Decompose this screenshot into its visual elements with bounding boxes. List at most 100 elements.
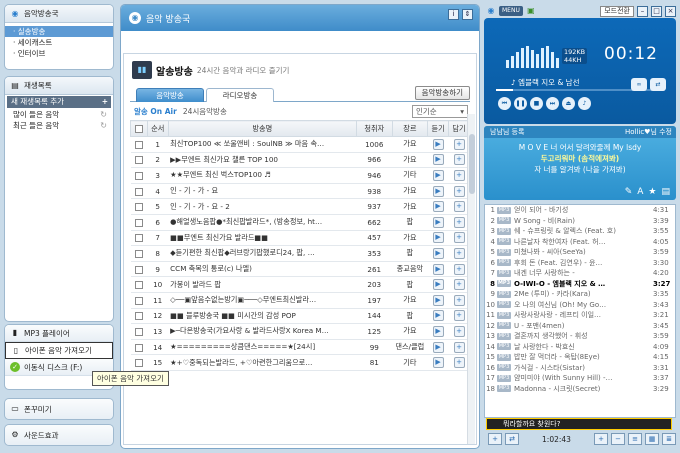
broadcast-name[interactable]: ★+♡중독되는발라드, +♡아련한그리움으로… — [168, 354, 357, 371]
sort-select[interactable]: 인기순 — [412, 104, 468, 118]
listen-button[interactable]: ▶ — [427, 308, 449, 325]
plus-icon[interactable]: + — [453, 263, 465, 275]
edit-icon[interactable]: ✎ — [625, 187, 633, 197]
column-header-listeners[interactable]: 청취자 — [355, 120, 393, 137]
add-icon[interactable]: + — [594, 433, 608, 445]
play-icon[interactable]: ▶ — [432, 232, 444, 244]
ringtone-section[interactable]: ▭ 폰꾸미기 — [4, 398, 114, 420]
pause-icon[interactable]: ❚❚ — [514, 97, 527, 110]
minimize-icon[interactable]: – — [637, 5, 648, 17]
close-icon[interactable]: × — [665, 5, 676, 17]
playlist-item[interactable]: 16 MP3 가식걸 - 시스타(Sistar) 3:31 — [485, 363, 675, 374]
plus-icon[interactable]: + — [453, 138, 465, 150]
refresh-icon[interactable]: ↻ — [100, 120, 107, 131]
table-row[interactable]: 12 ■■ 블루방송국 ■■ 미시간의 감성 POP 144 팝 ▶ + — [130, 308, 470, 325]
table-row[interactable]: 2 ▶▶무엔트 최신가요 챌른 TOP 100 966 가요 ▶ + — [130, 152, 470, 169]
listen-button[interactable]: ▶ — [427, 292, 449, 309]
sidebar-item-interlive[interactable]: · 인터이브 — [5, 48, 113, 59]
listen-button[interactable]: ▶ — [427, 136, 449, 153]
play-icon[interactable]: ▶ — [432, 154, 444, 166]
maximize-icon[interactable]: □ — [651, 5, 662, 17]
repeat-icon[interactable]: ∞ — [631, 78, 647, 91]
playlist-item[interactable]: 6 MP3 후회 돈 (Feat. 김연우) - 윤… 3:30 — [485, 258, 675, 269]
row-checkbox[interactable] — [130, 198, 148, 215]
plus-icon[interactable]: + — [453, 232, 465, 244]
broadcast-name[interactable]: 가봉이 발라드 팝 — [168, 276, 357, 293]
playlist-item[interactable]: 3 MP3 쉐 - 슈프링릿 & 알렉스 (Feat. 호) 3:55 — [485, 226, 675, 237]
table-row[interactable]: 10 가봉이 발라드 팝 203 팝 ▶ + — [130, 276, 470, 293]
play-icon[interactable]: ▶ — [432, 325, 444, 337]
stop-icon[interactable]: ■ — [530, 97, 543, 110]
refresh-icon[interactable]: ↻ — [100, 109, 107, 120]
info-icon[interactable]: i — [448, 9, 459, 20]
table-row[interactable]: 11 ◇──▣앞음수없는방기▣───◇무엔트최신발라… 197 가요 ▶ + — [130, 292, 470, 309]
playlist-item[interactable]: 4 MP3 나른날자 착한여자 (Feat. 허… 4:05 — [485, 237, 675, 248]
listen-button[interactable]: ▶ — [427, 261, 449, 278]
row-checkbox[interactable] — [130, 339, 148, 356]
row-checkbox[interactable] — [130, 276, 148, 293]
playlist-item[interactable]: 14 MP3 날 사랑한다 - 박효신 4:09 — [485, 342, 675, 353]
broadcast-name[interactable]: CCM 축복의 통로(c) 나엘) — [168, 261, 357, 278]
select-all-checkbox[interactable] — [130, 120, 148, 137]
next-icon[interactable]: ⏭ — [546, 97, 559, 110]
iphone-import-item[interactable]: ▯ 아이폰 음악 가져오기 — [5, 342, 113, 359]
play-icon[interactable]: ▶ — [432, 341, 444, 353]
sidebar-item-alsong-broadcast[interactable]: · 실송방송 — [5, 26, 113, 37]
table-row[interactable]: 1 최신TOP100 ≪ 쏘울앤비 : SoulNB ≫ 마음 속… 1006 가요 ▶… — [130, 136, 470, 153]
playlist-item[interactable]: 17 MP3 얌미미야 (With Sunny Hill) -… 3:37 — [485, 373, 675, 384]
playlist-item[interactable]: 18 MP3 Madonna - 시크릿(Secret) 3:29 — [485, 384, 675, 395]
remove-icon[interactable]: − — [611, 433, 625, 445]
plus-icon[interactable]: + — [453, 325, 465, 337]
broadcast-name[interactable]: 최신TOP100 ≪ 쏘울앤비 : SoulNB ≫ 마음 속… — [168, 136, 357, 153]
play-icon[interactable]: ▶ — [432, 310, 444, 322]
playlist-item[interactable]: 9 MP3 2Me (투미) - 카라(Kara) 3:35 — [485, 289, 675, 300]
play-icon[interactable]: ▶ — [432, 263, 444, 275]
plus-icon[interactable]: + — [453, 279, 465, 291]
broadcast-name[interactable]: 인 - 기 - 가 - 요 — [168, 183, 357, 200]
prev-icon[interactable]: ⏮ — [498, 97, 511, 110]
shuffle-icon[interactable]: ⇄ — [650, 78, 666, 91]
pin-icon[interactable]: ⇕ — [462, 9, 473, 20]
row-checkbox[interactable] — [130, 354, 148, 371]
plus-icon[interactable]: + — [453, 216, 465, 228]
play-icon[interactable]: ▶ — [432, 185, 444, 197]
ringtone-item[interactable]: ▭ 폰꾸미기 — [5, 399, 113, 419]
play-icon[interactable]: ▶ — [432, 201, 444, 213]
search-input[interactable]: 뭐라할까요 찾원다? — [486, 418, 672, 430]
music-station-header[interactable]: ◉ 음악방송국 — [5, 5, 113, 23]
sidebar-item-most-played[interactable]: 많이 들은 음악 ↻ — [5, 109, 113, 120]
row-checkbox[interactable] — [130, 292, 148, 309]
row-checkbox[interactable] — [130, 245, 148, 262]
row-checkbox[interactable] — [130, 152, 148, 169]
plus-icon[interactable]: + — [453, 310, 465, 322]
plus-icon[interactable]: + — [453, 169, 465, 181]
plus-icon[interactable]: + — [453, 154, 465, 166]
menu-button[interactable]: MENU — [499, 6, 523, 16]
table-row[interactable]: 15 ★+♡중독되는발라드, +♡아련한그리움으로… 81 기타 ▶ + — [130, 354, 470, 371]
play-icon[interactable]: ▶ — [432, 169, 444, 181]
listen-button[interactable]: ▶ — [427, 152, 449, 169]
broadcast-name[interactable]: ▶▶무엔트 최신가요 챌른 TOP 100 — [168, 152, 357, 169]
table-scrollbar[interactable] — [467, 114, 475, 444]
broadcast-name[interactable]: ★★무엔트 최신 벅스TOP100 ♬ — [168, 167, 357, 184]
playlist-item[interactable]: 12 MP3 U - 포맨(4men) 3:45 — [485, 321, 675, 332]
listen-button[interactable]: ▶ — [427, 230, 449, 247]
settings-icon[interactable]: ▤ — [661, 187, 670, 197]
playlist-header[interactable]: ▤ 재생목록 — [5, 77, 113, 95]
broadcast-name[interactable]: ▶─다온방송국(가요사랑 & 발라드사랑X Korea M… — [168, 323, 357, 340]
table-row[interactable]: 14 ★=========상큼댄스=====★[24시] 99 댄스/클럽 ▶ + — [130, 339, 470, 356]
shuffle-list-icon[interactable]: ⇄ — [505, 433, 519, 445]
column-header-no[interactable]: 순서 — [146, 120, 169, 137]
play-icon[interactable]: ▶ — [432, 247, 444, 259]
table-row[interactable]: 6 ●해얼생노음팝●*최신팝발라드*, (방송정보, ht… 662 팝 ▶ + — [130, 214, 470, 231]
listen-button[interactable]: ▶ — [427, 214, 449, 231]
sort-icon[interactable]: ≣ — [662, 433, 676, 445]
row-checkbox[interactable] — [130, 136, 148, 153]
listen-button[interactable]: ▶ — [427, 245, 449, 262]
sidebar-item-recently-played[interactable]: 최근 들은 음악 ↻ — [5, 120, 113, 131]
play-icon[interactable]: ▶ — [432, 216, 444, 228]
table-row[interactable]: 3 ★★무엔트 최신 벅스TOP100 ♬ 946 기타 ▶ + — [130, 167, 470, 184]
listen-button[interactable]: ▶ — [427, 198, 449, 215]
sidebar-item-saycast[interactable]: · 세이캐스트 — [5, 37, 113, 48]
new-playlist-button[interactable]: 새 재생목록 추가 + — [7, 96, 111, 108]
